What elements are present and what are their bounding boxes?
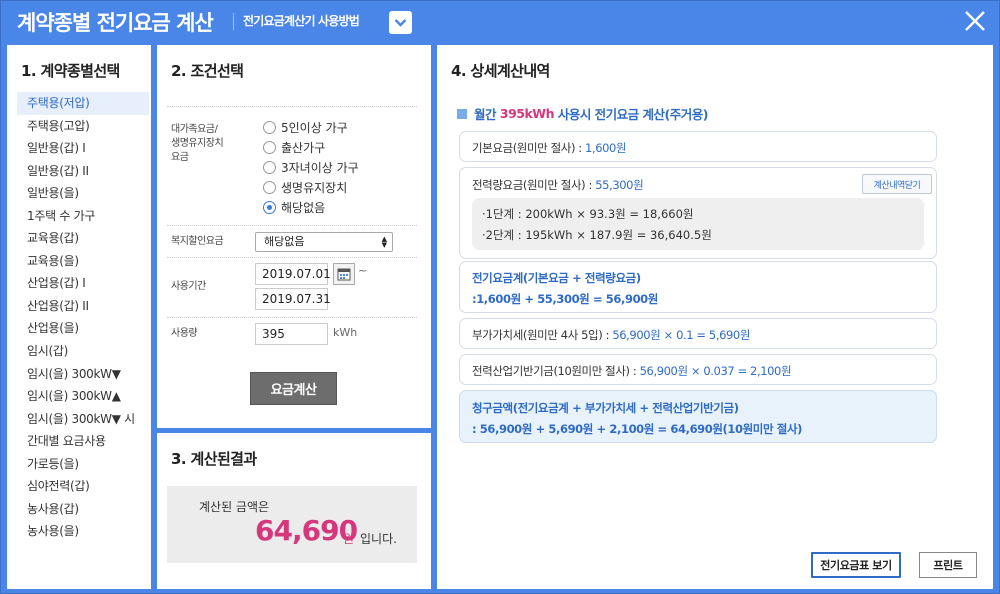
fund-box: 전력산업기반기금(10원미만 절사) : 56,900원 × 0.037 = 2…: [459, 354, 937, 385]
header-bar: 계약종별 전기요금 계산 전기요금계산기 사용방법: [1, 1, 999, 43]
result-box: 계산된 금액은 64,690 원 입니다.: [167, 486, 417, 563]
discount-label: 대가족요금/ 생명유지장치 요금: [171, 124, 224, 163]
energy-charge-line: 전력량요금(원미만 절사) : 55,300원: [472, 178, 644, 192]
period-tilde: ~: [358, 264, 368, 277]
period-label: 사용기간: [171, 281, 206, 292]
radio-button-icon[interactable]: [263, 120, 276, 134]
contract-type-item[interactable]: 1주택 수 가구: [17, 205, 149, 228]
contract-type-item[interactable]: 가로등(을): [17, 453, 149, 476]
period-row: 사용기간 2019.07.01 ~ 2019.07.31: [167, 257, 417, 316]
subtotal-title: 전기요금계(기본요금 + 전력량요금): [472, 271, 641, 285]
radio-option-label: 3자녀이상 가구: [281, 160, 359, 175]
result-suffix: 입니다.: [360, 532, 397, 546]
section-title: 1. 계약종별선택: [21, 62, 120, 80]
rate-table-button[interactable]: 전기요금표 보기: [811, 552, 901, 578]
basic-charge-box: 기본요금(원미만 절사) : 1,600원: [459, 131, 937, 162]
vat-line: 부가가치세(원미만 4사 5입) : 56,900원 × 0.1 = 5,690…: [472, 328, 751, 342]
contract-type-item[interactable]: 임시(을) 300kW▼: [17, 363, 149, 386]
discount-radio-option[interactable]: 출산가구: [263, 137, 325, 157]
discount-row: 대가족요금/ 생명유지장치 요금 5인이상 가구출산가구 3자녀이상 가구생명유지…: [167, 106, 417, 224]
condition-panel: 2. 조건선택 대가족요금/ 생명유지장치 요금 5인이상 가구출산가구 3자녀이…: [157, 45, 431, 428]
contract-type-item[interactable]: 심야전력(갑): [17, 475, 149, 498]
chevron-down-icon[interactable]: [389, 11, 412, 34]
calculator-window: 계약종별 전기요금 계산 전기요금계산기 사용방법 1. 계약종별선택 주택용(…: [0, 0, 1000, 594]
period-start-input[interactable]: 2019.07.01: [255, 263, 331, 285]
page-title: 계약종별 전기요금 계산: [17, 11, 214, 35]
subtotal-formula: :1,600원 + 55,300원 = 56,900원: [472, 292, 658, 306]
welfare-label: 복지할인요금: [171, 236, 224, 247]
discount-radio-option[interactable]: 생명유지장치: [263, 178, 347, 198]
radio-option-label: 5인이상 가구: [281, 120, 348, 135]
tier-step-2: ·2단계 : 195kWh × 187.9원 = 36,640.5원: [482, 228, 712, 242]
usage-row: 사용량 395 kWh: [167, 317, 417, 353]
contract-type-item[interactable]: 간대별 요금사용: [17, 430, 149, 453]
close-detail-button[interactable]: 계산내역닫기: [862, 174, 932, 194]
contract-type-item[interactable]: 일반용(을): [17, 182, 149, 205]
radio-option-label: 생명유지장치: [281, 181, 348, 196]
welfare-row: 복지할인요금 해당없음 ▲ ▼: [167, 225, 417, 257]
radio-button-icon[interactable]: [263, 181, 276, 195]
radio-button-icon[interactable]: [263, 201, 276, 215]
tier-steps: ·1단계 : 200kWh × 93.3원 = 18,660원 ·2단계 : 1…: [472, 198, 924, 250]
contract-type-item[interactable]: 임시(을) 300kW▲: [17, 385, 149, 408]
contract-type-item[interactable]: 일반용(갑) II: [17, 160, 149, 183]
square-bullet-icon: [457, 108, 467, 119]
radio-button-icon[interactable]: [263, 140, 276, 154]
result-currency: 원: [343, 532, 355, 546]
total-formula: : 56,900원 + 5,690원 + 2,100원 = 64,690원(10…: [472, 422, 802, 436]
discount-radio-option[interactable]: 5인이상 가구: [263, 117, 348, 137]
detail-heading: 월간 395kWh 사용시 전기요금 계산(주거용): [457, 104, 708, 123]
section-title: 4. 상세계산내역: [451, 62, 550, 80]
usage-guide-link[interactable]: 전기요금계산기 사용방법: [243, 12, 360, 29]
contract-type-item[interactable]: 산업용(갑) II: [17, 295, 149, 318]
contract-type-item[interactable]: 산업용(을): [17, 317, 149, 340]
energy-charge-box: 전력량요금(원미만 절사) : 55,300원 계산내역닫기 ·1단계 : 20…: [459, 167, 937, 259]
usage-label: 사용량: [171, 328, 198, 339]
fund-line: 전력산업기반기금(10원미만 절사) : 56,900원 × 0.037 = 2…: [472, 364, 792, 378]
contract-type-list: 주택용(저압) 주택용(고압) 일반용(갑) I 일반용(갑) II 일반용(을) 1주택…: [17, 92, 149, 543]
section-title: 3. 계산된결과: [171, 450, 257, 468]
contract-type-item[interactable]: 일반용(갑) I: [17, 137, 149, 160]
contract-type-item[interactable]: 농사용(갑): [17, 498, 149, 521]
calendar-icon[interactable]: [333, 263, 355, 285]
section-title: 2. 조건선택: [171, 62, 244, 80]
total-box: 청구금액(전기요금계 + 부가가치세 + 전력산업기반기금) : 56,900원…: [459, 390, 937, 443]
vat-box: 부가가치세(원미만 4사 5입) : 56,900원 × 0.1 = 5,690…: [459, 318, 937, 349]
contract-type-item[interactable]: 임시(을) 300kW▼ 시: [17, 408, 149, 431]
result-label: 계산된 금액은: [199, 500, 270, 514]
detail-panel: 4. 상세계산내역 월간 395kWh 사용시 전기요금 계산(주거용) 기본요…: [437, 45, 993, 589]
welfare-select[interactable]: 해당없음 ▲ ▼: [255, 232, 393, 252]
contract-type-panel: 1. 계약종별선택 주택용(저압) 주택용(고압) 일반용(갑) I 일반용(갑) I…: [7, 45, 151, 589]
contract-type-item[interactable]: 교육용(갑): [17, 227, 149, 250]
select-arrow-icon: ▲ ▼: [381, 235, 387, 249]
radio-option-label: 해당없음: [281, 201, 326, 216]
result-panel: 3. 계산된결과 계산된 금액은 64,690 원 입니다.: [157, 433, 431, 589]
radio-option-label: 출산가구: [281, 140, 326, 155]
usage-input[interactable]: 395: [255, 323, 328, 345]
title-divider: [233, 13, 234, 30]
usage-unit: kWh: [333, 326, 358, 339]
contract-type-item[interactable]: 주택용(저압): [17, 92, 149, 115]
contract-type-item[interactable]: 교육용(을): [17, 250, 149, 273]
welfare-select-value: 해당없음: [264, 235, 305, 248]
radio-button-icon[interactable]: [263, 160, 276, 174]
discount-radio-option[interactable]: 해당없음: [263, 198, 325, 218]
contract-type-item[interactable]: 농사용(을): [17, 520, 149, 543]
usage-highlight: 395kWh: [499, 106, 555, 121]
result-amount: 64,690: [255, 514, 358, 547]
period-end-input[interactable]: 2019.07.31: [255, 288, 331, 310]
total-title: 청구금액(전기요금계 + 부가가치세 + 전력산업기반기금): [472, 401, 739, 415]
tier-step-1: ·1단계 : 200kWh × 93.3원 = 18,660원: [482, 207, 694, 221]
contract-type-item[interactable]: 산업용(갑) I: [17, 272, 149, 295]
subtotal-box: 전기요금계(기본요금 + 전력량요금) :1,600원 + 55,300원 = …: [459, 261, 937, 313]
discount-radio-option[interactable]: 3자녀이상 가구: [263, 157, 359, 177]
contract-type-item[interactable]: 주택용(고압): [17, 115, 149, 138]
contract-type-item[interactable]: 임시(갑): [17, 340, 149, 363]
calculate-button[interactable]: 요금계산: [250, 372, 337, 405]
basic-charge-line: 기본요금(원미만 절사) : 1,600원: [472, 141, 627, 155]
print-button[interactable]: 프린트: [919, 552, 977, 578]
close-icon[interactable]: [961, 7, 989, 35]
